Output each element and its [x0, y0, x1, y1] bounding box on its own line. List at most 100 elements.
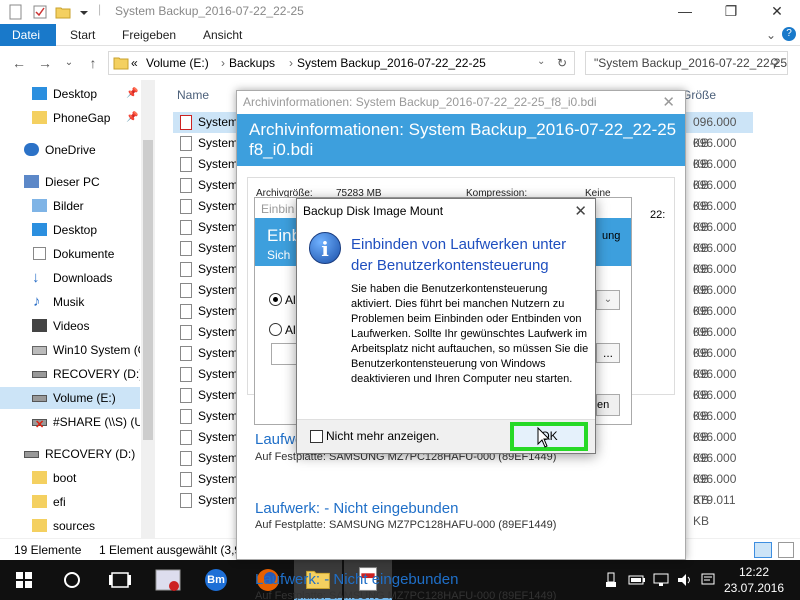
pin-icon[interactable]: 📌 [126, 83, 138, 105]
folder-icon[interactable] [55, 4, 71, 20]
network-icon[interactable] [652, 572, 670, 588]
message-box-close-icon[interactable]: ✕ [574, 202, 587, 220]
tab-start[interactable]: Start [58, 24, 107, 46]
nav-item-phonegap[interactable]: PhoneGap 📌 [0, 107, 140, 129]
tab-freigeben[interactable]: Freigeben [110, 24, 188, 46]
mount-radio-2[interactable] [269, 323, 282, 336]
film-icon [32, 319, 47, 332]
forward-button[interactable]: → [36, 54, 54, 72]
help-icon[interactable]: ? [782, 27, 796, 41]
mount-path-input[interactable] [271, 343, 297, 365]
task-view-icon[interactable] [96, 560, 144, 600]
nav-scrollbar-thumb[interactable] [143, 140, 153, 440]
nav-item-efi[interactable]: efi [0, 491, 140, 513]
close-button[interactable]: ✕ [754, 0, 800, 24]
usb-icon[interactable] [604, 572, 618, 588]
minimize-button[interactable]: — [662, 0, 708, 24]
battery-icon[interactable] [628, 573, 646, 587]
file-icon [180, 136, 192, 151]
mount-browse-button[interactable]: ... [596, 343, 620, 363]
nav-item-volume-e[interactable]: Volume (E:) [0, 387, 140, 409]
volume-icon[interactable] [676, 572, 694, 588]
refresh-icon[interactable]: ↻ [557, 56, 567, 70]
address-row: ← → ⌄ ↑ « Volume (E:) › Backups › System… [0, 46, 800, 80]
file-icon [180, 199, 192, 214]
drive-icon [32, 395, 47, 402]
drive-3-title[interactable]: Laufwerk: - Nicht eingebunden [255, 571, 458, 588]
file-icon [180, 346, 192, 361]
nav-item-win10-system[interactable]: Win10 System (C:) [0, 339, 140, 361]
mount-radio-1[interactable] [269, 293, 282, 306]
nav-item-musik[interactable]: ♪ Musik [0, 291, 140, 313]
nav-item-downloads[interactable]: ↓ Downloads [0, 267, 140, 289]
nav-item-dokumente[interactable]: Dokumente [0, 243, 140, 265]
windows-start-icon[interactable] [0, 560, 48, 600]
ribbon-expand-icon[interactable]: ⌄ [766, 28, 776, 42]
file-name: System [198, 430, 239, 444]
backup-manager-icon[interactable]: Bm [192, 560, 240, 600]
nav-item-videos[interactable]: Videos [0, 315, 140, 337]
address-bar[interactable]: « Volume (E:) › Backups › System Backup_… [108, 51, 575, 75]
properties-check-icon[interactable] [32, 4, 48, 20]
tab-datei[interactable]: Datei [0, 24, 56, 46]
pin-icon[interactable]: 📌 [126, 107, 138, 129]
nav-item-bilder[interactable]: Bilder [0, 195, 140, 217]
nav-item-sources[interactable]: sources [0, 515, 140, 537]
nav-item-onedrive[interactable]: OneDrive [0, 139, 140, 161]
recent-dropdown-button[interactable]: ⌄ [60, 54, 78, 72]
archive-close-icon[interactable]: ✕ [662, 93, 675, 111]
nav-item-boot[interactable]: boot [0, 467, 140, 489]
file-name: System [198, 199, 239, 213]
file-name: System [198, 409, 239, 423]
maximize-button[interactable]: ❐ [708, 0, 754, 24]
mount-action-button[interactable]: en [596, 394, 620, 416]
address-segment-backups[interactable]: Backups [229, 56, 275, 70]
mount-dropdown-icon[interactable]: ⌄ [596, 290, 620, 310]
tab-ansicht[interactable]: Ansicht [191, 24, 254, 46]
nav-item-dieser-pc[interactable]: Dieser PC [0, 171, 140, 193]
file-icon [180, 493, 192, 508]
disconnected-x-icon: ✕ [35, 419, 45, 431]
search-circle-icon[interactable] [48, 560, 96, 600]
ribbon-tabs: Datei Start Freigeben Ansicht ⌄ ? [0, 24, 800, 46]
dropdown-arrow-icon[interactable] [76, 4, 92, 20]
address-segment-volume[interactable]: Volume (E:) [146, 56, 209, 70]
file-name: System [198, 136, 239, 150]
file-icon [180, 157, 192, 172]
column-header-size[interactable]: Größe [682, 88, 716, 102]
file-name: System [198, 304, 239, 318]
notifications-icon[interactable] [700, 572, 716, 588]
address-chevron[interactable]: « [131, 56, 138, 70]
nav-item-recovery-d-root[interactable]: RECOVERY (D:) [0, 443, 140, 465]
address-segment-backup-folder[interactable]: System Backup_2016-07-22_22-25 [297, 56, 486, 70]
back-button[interactable]: ← [10, 54, 28, 72]
nav-item-desktop[interactable]: Desktop [0, 219, 140, 241]
file-icon [180, 283, 192, 298]
dont-show-again-label[interactable]: Nicht mehr anzeigen. [326, 429, 439, 443]
file-name: System [198, 115, 239, 129]
search-icon[interactable]: ⚲ [770, 56, 779, 70]
nav-item-share-u[interactable]: ✕ #SHARE (\\S) (U:) [0, 411, 140, 433]
uac-message-box: Backup Disk Image Mount ✕ i Einbinden vo… [296, 198, 596, 454]
search-input[interactable]: "System Backup_2016-07-22_22-25" durchsu… [585, 51, 788, 75]
documents-icon [33, 247, 46, 260]
backup-app-icon[interactable] [144, 560, 192, 600]
status-selection: 1 Element ausgewählt (3,9 [99, 543, 242, 557]
file-name: System [198, 178, 239, 192]
dont-show-again-checkbox[interactable] [310, 430, 323, 443]
file-name: System [198, 451, 239, 465]
archive-header-title: Archivinformationen: System Backup_2016-… [249, 120, 677, 159]
cloud-icon [24, 143, 39, 156]
folder-icon [32, 471, 47, 484]
taskbar-clock[interactable]: 12:22 23.07.2016 [722, 564, 786, 596]
drive-2-title[interactable]: Laufwerk: - Nicht eingebunden [255, 500, 458, 517]
clock-date: 23.07.2016 [723, 581, 785, 595]
tiles-view-icon[interactable] [778, 542, 794, 558]
address-dropdown-icon[interactable]: ⌄ [537, 56, 545, 67]
drive-2-subtitle: Auf Festplatte: SAMSUNG MZ7PC128HAFU-000… [255, 519, 557, 531]
nav-item-desktop-quick[interactable]: Desktop 📌 [0, 83, 140, 105]
nav-item-recovery-d[interactable]: RECOVERY (D:) [0, 363, 140, 385]
details-view-icon[interactable] [754, 542, 772, 558]
up-button[interactable]: ↑ [84, 54, 102, 72]
column-header-name[interactable]: Name [177, 88, 209, 102]
